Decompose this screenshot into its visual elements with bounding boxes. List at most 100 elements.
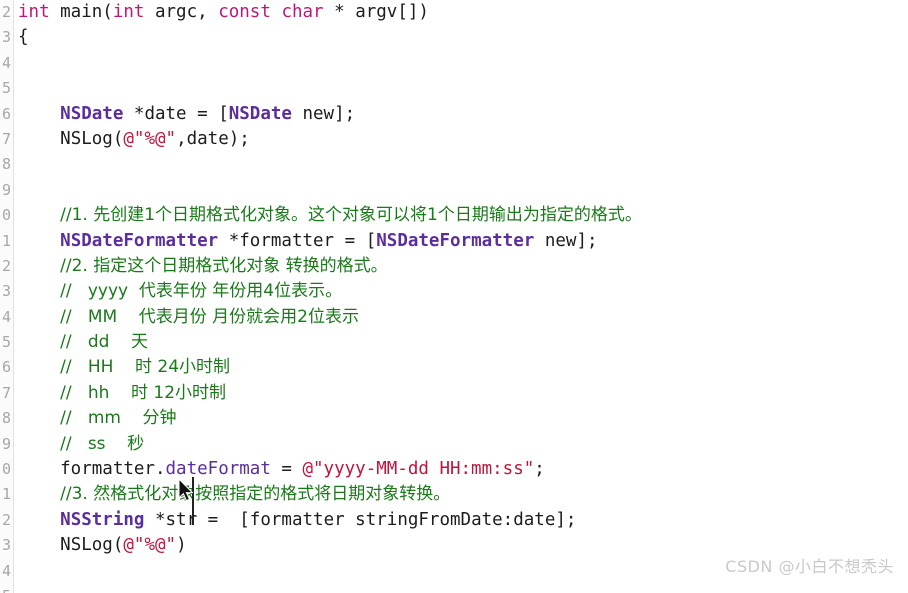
line-number: 5	[0, 584, 13, 593]
line-number: 8	[1, 155, 11, 174]
code-token-cmt: // MM 代表月份 月份就会用2位表示	[60, 306, 359, 327]
code-line[interactable]: NSLog(@"%@",date);	[15, 127, 908, 152]
code-line[interactable]: formatter.dateFormat = @"yyyy-MM-dd HH:m…	[15, 457, 908, 482]
code-line[interactable]	[15, 51, 908, 76]
line-number: 4	[1, 561, 11, 580]
code-token-kw: char	[281, 2, 324, 22]
code-token-cmt: // HH 时 24小时制	[60, 357, 231, 378]
code-line[interactable]: NSDateFormatter *formatter = [NSDateForm…	[15, 229, 908, 254]
code-token-plain: =	[270, 459, 303, 480]
code-line[interactable]	[15, 152, 908, 177]
code-token-cmt: // mm 分钟	[60, 408, 177, 429]
line-number: 9	[1, 434, 11, 453]
code-token-cls: NSDate	[60, 103, 124, 124]
code-token-cmt: // hh 时 12小时制	[60, 382, 227, 403]
code-token-plain: * argv[])	[323, 2, 429, 22]
code-token-cmt: //2. 指定这个日期格式化对象 转换的格式。	[60, 255, 388, 276]
line-number: 2	[1, 510, 11, 529]
code-token-plain: NSLog(	[60, 128, 124, 149]
line-number: 5	[1, 333, 11, 352]
code-editor-text-area[interactable]: int main(int argc, const char * argv[]){…	[15, 0, 908, 593]
line-number: 6	[1, 358, 11, 377]
code-token-str: @"%@"	[123, 128, 177, 149]
line-number: 3	[1, 28, 11, 47]
line-number: 5	[1, 79, 11, 98]
code-line[interactable]	[15, 76, 908, 101]
code-token-plain: new];	[534, 230, 598, 251]
code-token-cls: NSDateFormatter	[376, 230, 535, 251]
code-token-plain: {	[18, 27, 29, 48]
code-token-plain: ;	[534, 459, 545, 480]
code-line[interactable]: // dd 天	[15, 330, 908, 355]
code-token-plain: *formatter = [	[218, 230, 377, 251]
code-token-cmt: //1. 先创建1个日期格式化对象。这个对象可以将1个日期输出为指定的格式。	[60, 205, 642, 226]
code-token-cmt: // yyyy 代表年份 年份用4位表示。	[60, 281, 343, 302]
code-token-plain: main(	[49, 2, 113, 22]
csdn-watermark: CSDN @小白不想秃头	[725, 557, 894, 576]
code-token-plain: formatter.	[18, 459, 166, 480]
line-number: 4	[1, 307, 11, 326]
code-token-str: @"%@"	[123, 535, 177, 556]
code-token-plain: argc,	[144, 2, 219, 22]
text-caret	[192, 477, 194, 525]
code-line[interactable]: NSString *str = [formatter stringFromDat…	[15, 508, 908, 533]
line-number: 7	[1, 129, 11, 148]
line-number: 4	[1, 53, 11, 72]
code-token-plain: *str = [formatter stringFromDate:date];	[144, 509, 577, 530]
line-number: 7	[1, 383, 11, 402]
code-token-str: @"yyyy-MM-dd HH:mm:ss"	[302, 459, 535, 480]
code-token-cls: NSDate	[228, 103, 292, 124]
code-line[interactable]	[15, 178, 908, 203]
line-number: 1	[1, 485, 11, 504]
code-line[interactable]	[15, 584, 908, 593]
code-line[interactable]: //1. 先创建1个日期格式化对象。这个对象可以将1个日期输出为指定的格式。	[15, 203, 908, 228]
code-token-kw: int	[112, 2, 145, 22]
code-line[interactable]: NSDate *date = [NSDate new];	[15, 102, 908, 127]
code-line[interactable]: // MM 代表月份 月份就会用2位表示	[15, 305, 908, 330]
code-line[interactable]: int main(int argc, const char * argv[])	[15, 0, 908, 25]
code-token-cls: NSDateFormatter	[60, 230, 219, 251]
line-number-gutter: 2 3 4 5 6 7 8 9 0 1 2 3 4 5 6 7 8 9 0 1 2 3 4 5	[0, 0, 14, 593]
code-editor-window: 2 3 4 5 6 7 8 9 0 1 2 3 4 5 6 7 8 9 0 1 2 3 4 5 int main(int ar…	[0, 0, 908, 593]
code-line[interactable]: // HH 时 24小时制	[15, 355, 908, 380]
code-line[interactable]: {	[15, 25, 908, 50]
line-number: 2	[1, 3, 11, 21]
code-line[interactable]: // mm 分钟	[15, 406, 908, 431]
code-token-plain: new];	[291, 103, 356, 124]
code-token-plain: ,date);	[176, 128, 250, 149]
line-number: 3	[1, 282, 11, 301]
line-number: 2	[1, 256, 11, 275]
line-number: 6	[1, 104, 11, 123]
code-line[interactable]: // ss 秒	[15, 432, 908, 457]
code-token-prop: dateFormat	[165, 459, 271, 480]
line-number: 0	[1, 206, 11, 225]
code-line[interactable]: // yyyy 代表年份 年份用4位表示。	[15, 279, 908, 304]
code-token-cmt: //3. 然格式化对象按照指定的格式将日期对象转换。	[60, 484, 451, 505]
code-token-kw: int	[18, 2, 50, 22]
code-token-cmt: // ss 秒	[60, 433, 145, 454]
code-line[interactable]: // hh 时 12小时制	[15, 381, 908, 406]
code-line[interactable]: //2. 指定这个日期格式化对象 转换的格式。	[15, 254, 908, 279]
line-number: 1	[1, 231, 11, 250]
code-token-plain: NSLog(	[60, 535, 124, 556]
code-token-cmt: // dd 天	[60, 332, 149, 353]
code-token-kw: const	[218, 2, 271, 22]
code-token-cls: NSString	[60, 509, 145, 530]
code-line[interactable]: //3. 然格式化对象按照指定的格式将日期对象转换。	[15, 482, 908, 507]
